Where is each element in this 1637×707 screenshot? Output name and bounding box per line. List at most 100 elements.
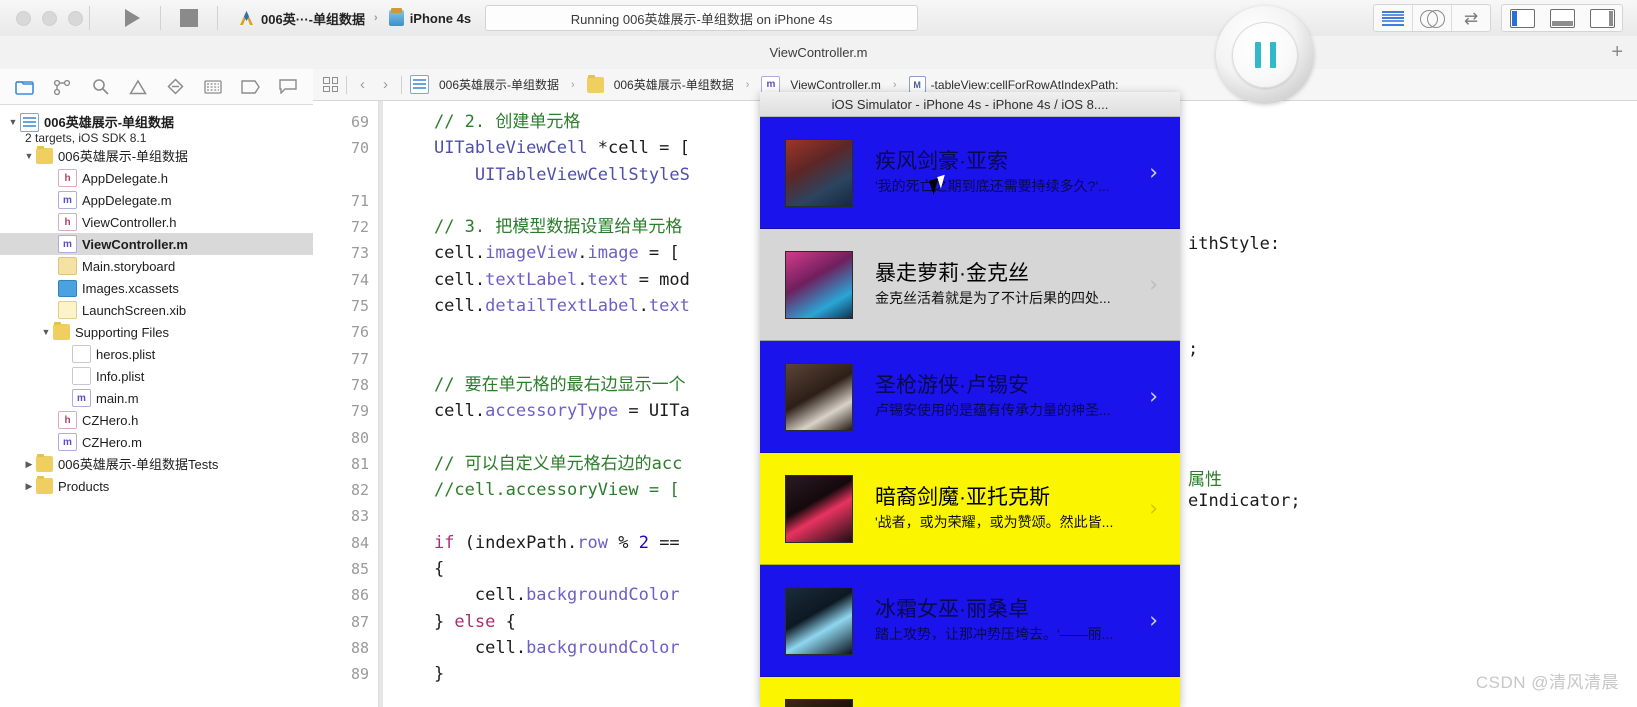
code-token: textLabel: [485, 269, 578, 290]
impl-file-icon: m: [58, 191, 77, 209]
version-editor-button[interactable]: ⇄: [1452, 5, 1490, 31]
disclosure-indicator-icon[interactable]: ›: [1149, 608, 1158, 633]
tree-item-label: ViewController.m: [82, 236, 188, 252]
tree-row-tests[interactable]: ▶ 006英雄展示-单组数据Tests: [0, 453, 313, 475]
table-row[interactable]: 疾风剑豪·亚索 '我的死亡之期到底还需要持续多久?'... ›: [760, 117, 1180, 229]
minimize-window-button[interactable]: [42, 10, 57, 26]
navigator-selector-bar: [0, 69, 313, 105]
table-row[interactable]: 暗裔剑魔·亚托克斯 '战者，或为荣耀，或为赞颂。然此皆... ›: [760, 453, 1180, 565]
tree-row-supporting-files[interactable]: ▼ Supporting Files: [0, 321, 313, 343]
tree-row-group[interactable]: ▼ 006英雄展示-单组数据: [0, 145, 313, 167]
tree-row-main-storyboard[interactable]: Main.storyboard: [0, 255, 313, 277]
table-row[interactable]: 冰霜女巫·丽桑卓 踏上攻势，让那冲势压垮去。'——丽... ›: [760, 565, 1180, 677]
table-row[interactable]: 暴走萝莉·金克丝 金克丝活着就是为了不计后果的四处... ›: [760, 229, 1180, 341]
toggle-utilities-button[interactable]: [1582, 5, 1622, 31]
line-number: 83: [350, 507, 369, 526]
add-tab-button[interactable]: +: [1611, 42, 1623, 62]
zoom-window-button[interactable]: [68, 10, 83, 26]
simulator-title: iOS Simulator - iPhone 4s - iPhone 4s / …: [831, 96, 1109, 112]
debug-navigator-icon[interactable]: [200, 76, 226, 98]
breakpoint-navigator-icon[interactable]: [238, 76, 264, 98]
destination-name: iPhone 4s: [409, 10, 472, 26]
run-button[interactable]: [110, 5, 154, 31]
code-token: cell.: [393, 296, 486, 317]
disclosure-indicator-icon[interactable]: ›: [1149, 272, 1158, 297]
code-token: = [: [638, 243, 680, 264]
test-navigator-icon[interactable]: [162, 76, 188, 98]
warning-icon[interactable]: [125, 76, 151, 98]
tree-item-label: AppDelegate.h: [82, 170, 169, 186]
cell-subtitle: 金克丝活着就是为了不计后果的四处...: [875, 290, 1111, 306]
header-file-icon: h: [58, 169, 77, 187]
disclosure-triangle-icon[interactable]: ▶: [22, 481, 36, 492]
header-file-icon: h: [58, 411, 77, 429]
tree-row-viewcontroller-h[interactable]: h ViewController.h: [0, 211, 313, 233]
cell-subtitle: '战者，或为荣耀，或为赞颂。然此皆...: [875, 514, 1114, 530]
ios-simulator-window[interactable]: iOS Simulator - iPhone 4s - iPhone 4s / …: [760, 92, 1180, 707]
breadcrumb-method[interactable]: M -tableView:cellForRowAtIndexPath:: [908, 76, 1118, 93]
line-number: 75: [350, 297, 369, 316]
tree-row-viewcontroller-m[interactable]: m ViewController.m: [0, 233, 313, 255]
tree-row-czhero-h[interactable]: h CZHero.h: [0, 409, 313, 431]
tree-row-main-m[interactable]: m main.m: [0, 387, 313, 409]
folder-icon: [36, 146, 53, 164]
disclosure-triangle-icon[interactable]: ▼: [6, 117, 20, 127]
related-items-icon[interactable]: [323, 77, 338, 92]
tree-row-products[interactable]: ▶ Products: [0, 475, 313, 497]
line-number: 79: [350, 402, 369, 421]
code-token: cell.: [393, 637, 527, 658]
standard-editor-button[interactable]: [1374, 5, 1414, 31]
tree-row-appdelegate-m[interactable]: m AppDelegate.m: [0, 189, 313, 211]
breadcrumb-label: ViewController.m: [790, 77, 881, 92]
stop-button[interactable]: [167, 5, 211, 31]
destination-selector[interactable]: iPhone 4s: [388, 8, 472, 26]
document-tab-bar: ViewController.m +: [0, 36, 1637, 70]
assistant-editor-button[interactable]: [1413, 5, 1453, 31]
disclosure-triangle-icon[interactable]: ▼: [22, 151, 36, 161]
report-navigator-icon[interactable]: [275, 76, 301, 98]
tree-row-heros-plist[interactable]: heros.plist: [0, 343, 313, 365]
cell-text: 暗裔剑魔·亚托克斯 '战者，或为荣耀，或为赞颂。然此皆...: [875, 485, 1180, 532]
close-window-button[interactable]: [16, 10, 31, 26]
disclosure-triangle-icon[interactable]: ▶: [22, 459, 36, 470]
table-row[interactable]: ›: [760, 677, 1180, 707]
toggle-navigator-button[interactable]: [1502, 5, 1542, 31]
simulator-table-view[interactable]: 疾风剑豪·亚索 '我的死亡之期到底还需要持续多久?'... › 暴走萝莉·金克丝 金克丝…: [760, 117, 1180, 707]
tree-row-czhero-m[interactable]: m CZHero.m: [0, 431, 313, 453]
disclosure-indicator-icon[interactable]: ›: [1149, 384, 1158, 409]
tree-row-appdelegate-h[interactable]: h AppDelegate.h: [0, 167, 313, 189]
back-button[interactable]: ‹: [355, 76, 370, 93]
project-navigator-icon[interactable]: [12, 76, 38, 98]
toggle-debug-button[interactable]: [1542, 5, 1582, 31]
breadcrumb-group[interactable]: 006英雄展示-单组数据: [586, 74, 734, 93]
line-number: 78: [350, 375, 369, 394]
code-token: 2: [638, 532, 649, 553]
tree-row-info-plist[interactable]: Info.plist: [0, 365, 313, 387]
tree-row-launchscreen-xib[interactable]: LaunchScreen.xib: [0, 299, 313, 321]
tree-row-project[interactable]: ▼ 006英雄展示-单组数据: [0, 111, 313, 133]
tree-item-label: 006英雄展示-单组数据Tests: [58, 456, 219, 472]
disclosure-indicator-icon[interactable]: ›: [1149, 496, 1158, 521]
scheme-name: 006英···-单组数据: [261, 11, 366, 27]
pause-button[interactable]: [1216, 6, 1314, 104]
tree-row-images-xcassets[interactable]: Images.xcassets: [0, 277, 313, 299]
forward-button[interactable]: ›: [378, 76, 393, 93]
disclosure-indicator-icon[interactable]: ›: [1149, 160, 1158, 185]
breadcrumb-file[interactable]: m ViewController.m: [761, 75, 881, 94]
code-token: cell.: [393, 401, 486, 422]
breadcrumb-project[interactable]: 006英雄展示-单组数据: [410, 75, 559, 94]
code-token: // 2. 创建单元格: [433, 112, 581, 132]
active-tab-title[interactable]: ViewController.m: [769, 45, 867, 60]
navigator-pane-icon: [1509, 8, 1535, 28]
line-number: 81: [350, 454, 369, 473]
line-number: 80: [350, 428, 369, 447]
table-row[interactable]: 圣枪游侠·卢锡安 卢锡安使用的是蕴有传承力量的神圣... ›: [760, 341, 1180, 453]
cell-text: 暴走萝莉·金克丝 金克丝活着就是为了不计后果的四处...: [875, 261, 1180, 308]
code-token: }: [393, 664, 445, 685]
disclosure-triangle-icon[interactable]: ▼: [39, 327, 53, 337]
scheme-selector[interactable]: 006英···-单组数据 ›: [230, 6, 389, 30]
cell-title: 圣枪游侠·卢锡安: [875, 374, 1029, 397]
simulator-title-bar[interactable]: iOS Simulator - iPhone 4s - iPhone 4s / …: [760, 92, 1180, 117]
source-control-navigator-icon[interactable]: [49, 76, 75, 98]
search-icon[interactable]: [87, 76, 113, 98]
